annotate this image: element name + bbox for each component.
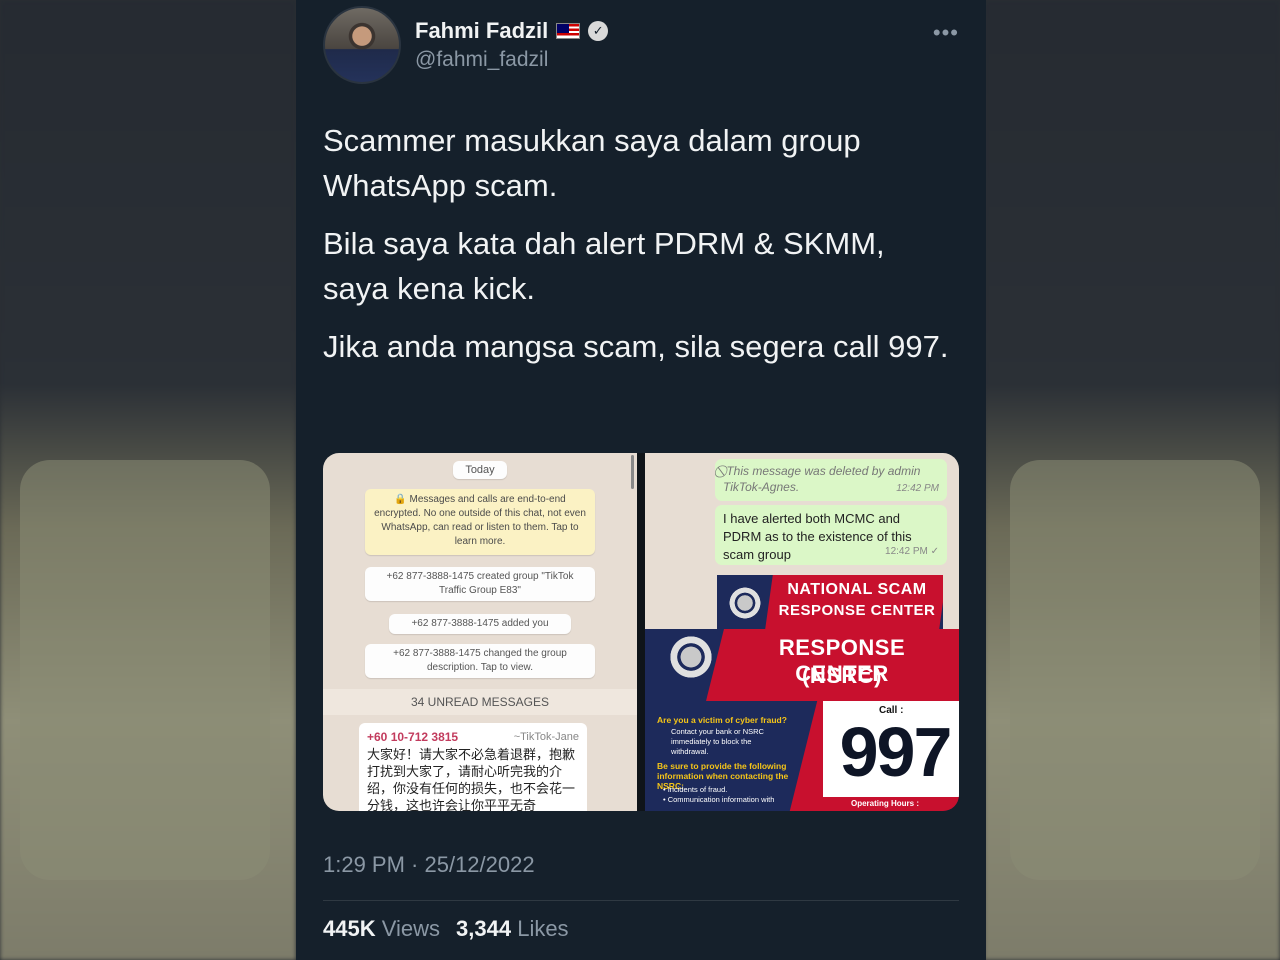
verified-badge-icon: ✓	[588, 21, 609, 41]
views-label: Views	[381, 916, 441, 941]
tweet-stats: 445K Views 3,344 Likes	[323, 916, 569, 942]
media-image-whatsapp-reply[interactable]: ⃠ This message was deleted by admin TikT…	[645, 453, 959, 629]
victim-question: Are you a victim of cyber fraud?	[657, 715, 787, 725]
scrollbar	[631, 455, 634, 489]
info-bullet: • Incidents of fraud.	[663, 785, 728, 794]
tweet-paragraph: Scammer masukkan saya dalam group WhatsA…	[323, 123, 861, 203]
tweet-paragraph: Jika anda mangsa scam, sila segera call …	[323, 329, 949, 364]
banner-line1: NATIONAL SCAM	[787, 581, 927, 598]
background-blob	[1010, 460, 1260, 880]
police-badge-icon	[727, 585, 763, 621]
background-blob	[20, 460, 270, 880]
tweet-text: Scammer masukkan saya dalam group WhatsA…	[323, 118, 953, 382]
views-count: 445K	[323, 916, 376, 941]
sent-message: I have alerted both MCMC and PDRM as to …	[715, 505, 947, 565]
tweet-media-grid: Today 🔒 Messages and calls are end-to-en…	[323, 453, 959, 811]
tweet-header: Fahmi Fadzil ✓ @fahmi_fadzil •••	[323, 6, 959, 86]
poster-title-line2: (NSRC)	[802, 663, 882, 688]
banner-line2: RESPONSE CENTER	[778, 602, 936, 619]
date-pill: Today	[453, 461, 507, 479]
info-bullet-text: Communication information with	[667, 795, 775, 804]
system-message: +62 877-3888-1475 created group "TikTok …	[365, 567, 595, 601]
views-stat[interactable]: 445K Views	[323, 916, 440, 942]
name-row: Fahmi Fadzil ✓	[415, 18, 609, 44]
tweet-paragraph: Bila saya kata dah alert PDRM & SKMM, sa…	[323, 226, 885, 306]
message-time: 12:42 PM ✓	[885, 546, 939, 557]
system-message: +62 877-3888-1475 changed the group desc…	[365, 644, 595, 678]
malaysia-flag-icon	[556, 23, 581, 39]
media-image-nsrc-poster[interactable]: RESPONSE CENTER (NSRC) Are you a victim …	[645, 629, 959, 811]
police-badge-icon	[665, 635, 717, 679]
more-options-icon[interactable]: •••	[933, 20, 959, 46]
message-text: 大家好！请大家不必急着退群，抱歉打扰到大家了，请耐心听完我的介绍，你没有任何的损…	[367, 747, 576, 811]
system-message: +62 877-3888-1475 added you	[389, 614, 571, 634]
call-number: 997	[839, 713, 953, 791]
operating-hours: Operating Hours :	[851, 799, 920, 808]
likes-count: 3,344	[456, 916, 512, 941]
user-handle[interactable]: @fahmi_fadzil	[415, 48, 548, 72]
info-bullet: • Communication information with	[663, 795, 775, 804]
avatar[interactable]	[323, 6, 401, 84]
divider	[323, 900, 959, 901]
chat-message: +60 10-712 3815 ~TikTok-Jane 大家好！请大家不必急着…	[359, 723, 587, 811]
sent-message-text: I have alerted both MCMC and PDRM as to …	[723, 511, 912, 562]
message-time: 12:42 PM	[896, 483, 939, 494]
deleted-message: ⃠ This message was deleted by admin TikT…	[715, 459, 947, 501]
encryption-notice: 🔒 Messages and calls are end-to-end encr…	[365, 489, 595, 555]
message-alias: ~TikTok-Jane	[513, 731, 579, 743]
display-name[interactable]: Fahmi Fadzil	[415, 18, 548, 44]
nsrc-banner-small: NATIONAL SCAM RESPONSE CENTER	[717, 575, 943, 629]
deleted-text: ⃠ This message was deleted by admin TikT…	[723, 464, 921, 494]
tweet-timestamp[interactable]: 1:29 PM · 25/12/2022	[323, 852, 535, 878]
info-bullet-text: Incidents of fraud.	[667, 785, 728, 794]
tweet-card: Fahmi Fadzil ✓ @fahmi_fadzil ••• Scammer…	[296, 0, 986, 960]
unread-banner: 34 UNREAD MESSAGES	[323, 689, 637, 715]
likes-label: Likes	[517, 916, 569, 941]
likes-stat[interactable]: 3,344 Likes	[456, 916, 569, 942]
contact-instruction: Contact your bank or NSRC immediately to…	[671, 727, 764, 756]
media-image-whatsapp-group[interactable]: Today 🔒 Messages and calls are end-to-en…	[323, 453, 637, 811]
